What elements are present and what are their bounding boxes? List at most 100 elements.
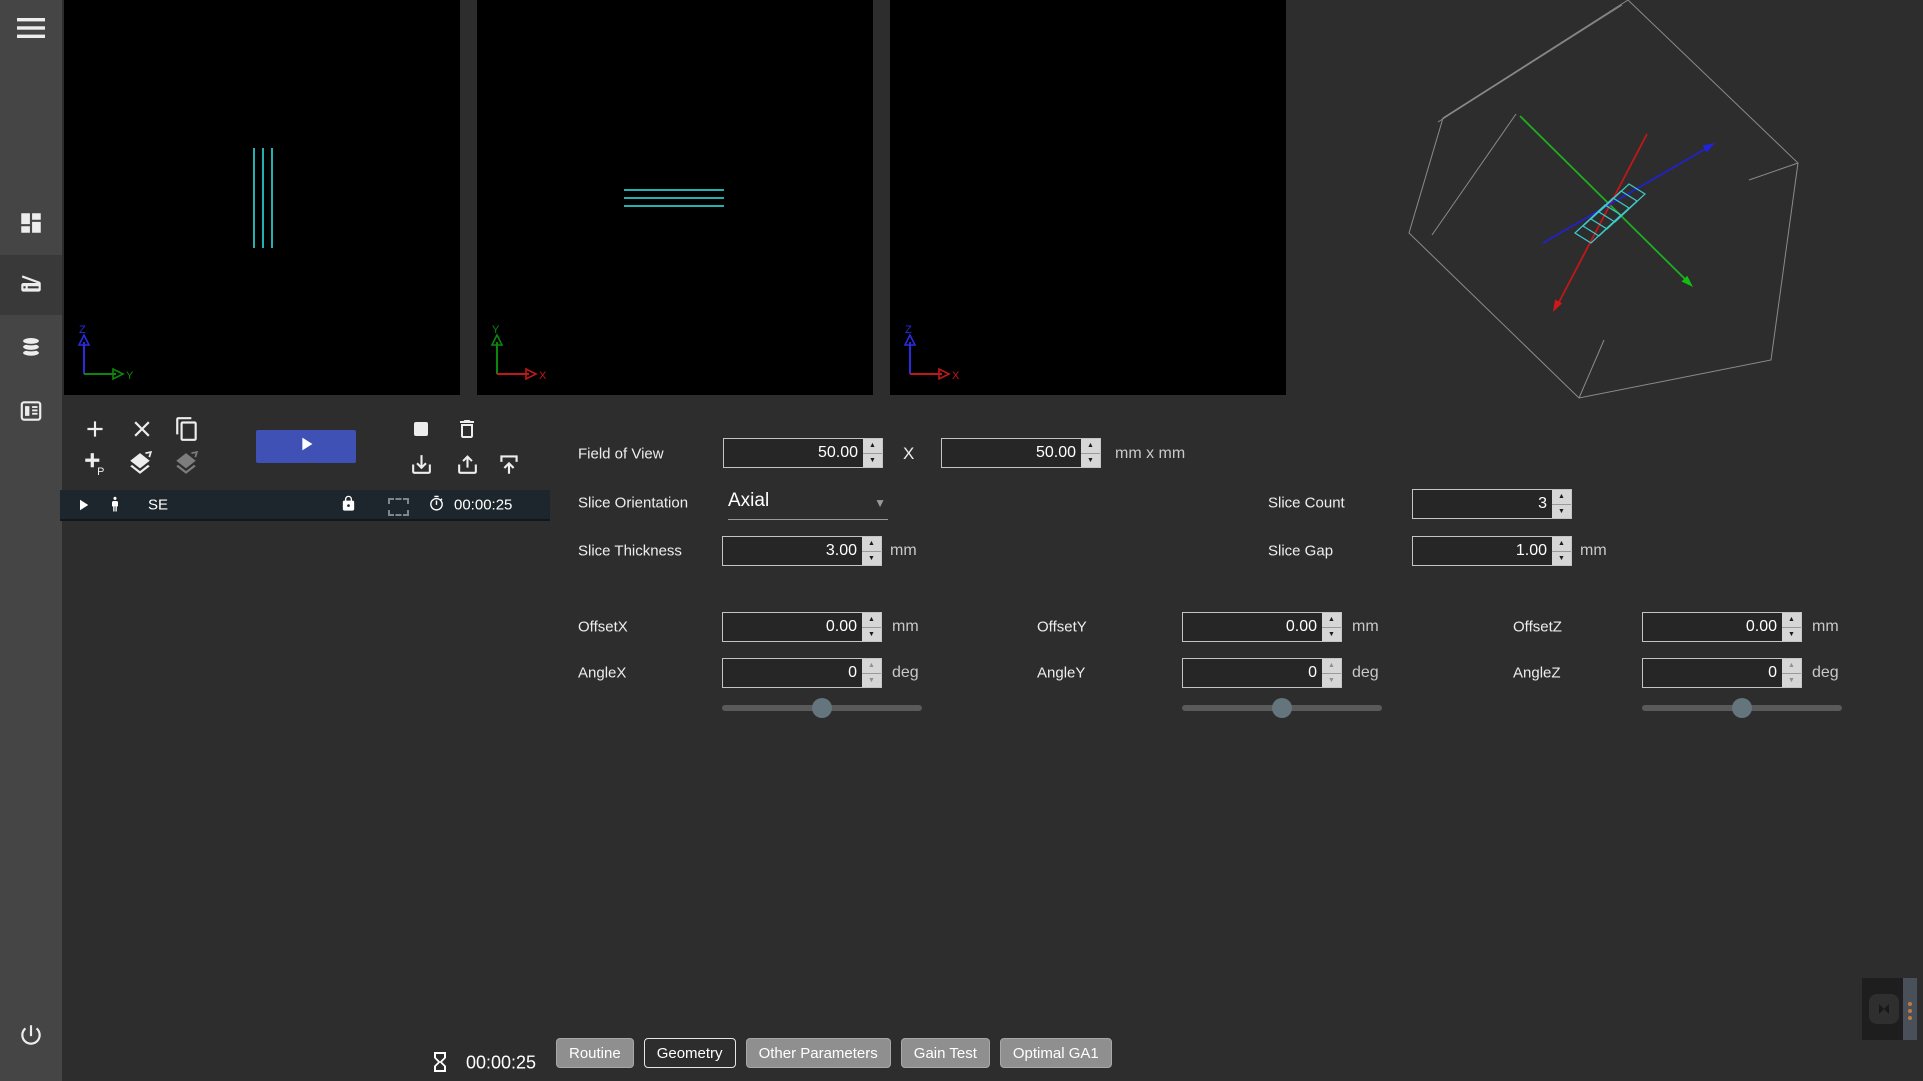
offsety-spinner[interactable] xyxy=(1322,613,1341,641)
copy-button[interactable] xyxy=(174,416,200,447)
spin-up-icon[interactable] xyxy=(1782,659,1801,674)
slider-thumb[interactable] xyxy=(1732,698,1752,718)
fov-y-value[interactable] xyxy=(942,439,1081,467)
drag-handle[interactable] xyxy=(1903,978,1917,1040)
spin-down-icon[interactable] xyxy=(862,628,881,642)
corner-logo[interactable] xyxy=(1869,994,1899,1024)
slider-thumb[interactable] xyxy=(812,698,832,718)
power-button[interactable] xyxy=(0,1015,62,1059)
anglez-spinner[interactable] xyxy=(1782,659,1801,687)
viewport-sagittal[interactable]: Y X xyxy=(477,0,873,395)
anglex-input[interactable] xyxy=(722,658,882,688)
spin-up-icon[interactable] xyxy=(1081,439,1100,454)
angley-input[interactable] xyxy=(1182,658,1342,688)
anglex-value[interactable] xyxy=(723,659,862,687)
upload-button[interactable] xyxy=(455,452,480,482)
fov-y-input[interactable] xyxy=(941,438,1101,468)
angley-value[interactable] xyxy=(1183,659,1322,687)
offsetx-input[interactable] xyxy=(722,612,882,642)
sequence-play-icon[interactable] xyxy=(74,496,92,519)
slice-thickness-input[interactable] xyxy=(722,536,882,566)
slice-count-spinner[interactable] xyxy=(1552,490,1571,518)
spin-down-icon[interactable] xyxy=(1782,674,1801,688)
anglex-spinner[interactable] xyxy=(862,659,881,687)
fov-x-input[interactable] xyxy=(723,438,883,468)
slice-line xyxy=(271,148,273,248)
spin-up-icon[interactable] xyxy=(1552,490,1571,505)
spin-up-icon[interactable] xyxy=(1782,613,1801,628)
viewport-axial[interactable]: Z X xyxy=(890,0,1286,395)
spin-up-icon[interactable] xyxy=(1552,537,1571,552)
sidebar-item-scanner[interactable] xyxy=(0,263,62,307)
spin-up-icon[interactable] xyxy=(862,537,881,552)
download-button[interactable] xyxy=(409,452,434,482)
offsetz-spinner[interactable] xyxy=(1782,613,1801,641)
add-button[interactable] xyxy=(82,416,108,447)
anglex-slider[interactable] xyxy=(722,698,922,718)
offsety-value[interactable] xyxy=(1183,613,1322,641)
sequence-row[interactable]: SE 00:00:25 xyxy=(60,490,550,521)
offsety-input[interactable] xyxy=(1182,612,1342,642)
angley-spinner[interactable] xyxy=(1322,659,1341,687)
corner-widget[interactable] xyxy=(1862,978,1917,1040)
slice-count-value[interactable] xyxy=(1413,490,1552,518)
spin-down-icon[interactable] xyxy=(1322,674,1341,688)
lock-icon[interactable] xyxy=(340,495,357,517)
spin-down-icon[interactable] xyxy=(1782,628,1801,642)
remove-button[interactable] xyxy=(129,416,155,447)
spin-up-icon[interactable] xyxy=(862,613,881,628)
fov-x-spinner[interactable] xyxy=(863,439,882,467)
spin-up-icon[interactable] xyxy=(1322,613,1341,628)
anglex-label: AngleX xyxy=(578,665,626,682)
tab-other-parameters[interactable]: Other Parameters xyxy=(746,1038,891,1068)
slice-gap-input[interactable] xyxy=(1412,536,1572,566)
fov-x-value[interactable] xyxy=(724,439,863,467)
spin-up-icon[interactable] xyxy=(862,659,881,674)
tab-optimal-ga1[interactable]: Optimal GA1 xyxy=(1000,1038,1112,1068)
selection-box-icon[interactable] xyxy=(388,498,409,516)
anglez-value[interactable] xyxy=(1643,659,1782,687)
sidebar-item-protocols[interactable] xyxy=(0,391,62,435)
add-protocol-button[interactable]: P xyxy=(82,451,108,482)
spin-up-icon[interactable] xyxy=(1322,659,1341,674)
offsetz-value[interactable] xyxy=(1643,613,1782,641)
slice-gap-value[interactable] xyxy=(1413,537,1552,565)
spin-down-icon[interactable] xyxy=(1552,552,1571,566)
offsetx-value[interactable] xyxy=(723,613,862,641)
anglez-label: AngleZ xyxy=(1513,665,1561,682)
sidebar-item-dashboard[interactable] xyxy=(0,203,62,247)
publish-button[interactable] xyxy=(496,451,522,482)
viewport-coronal[interactable]: Z Y xyxy=(64,0,460,395)
tab-gain-test[interactable]: Gain Test xyxy=(901,1038,990,1068)
stop-button[interactable] xyxy=(409,417,433,446)
sidebar-item-database[interactable] xyxy=(0,328,62,372)
spin-up-icon[interactable] xyxy=(863,439,882,454)
slice-orientation-select[interactable]: Axial xyxy=(728,490,888,520)
slice-count-input[interactable] xyxy=(1412,489,1572,519)
slice-gap-spinner[interactable] xyxy=(1552,537,1571,565)
angley-unit: deg xyxy=(1352,664,1379,682)
tab-routine[interactable]: Routine xyxy=(556,1038,634,1068)
angley-slider[interactable] xyxy=(1182,698,1382,718)
offsetx-unit: mm xyxy=(892,618,919,636)
slice-thickness-spinner[interactable] xyxy=(862,537,881,565)
tab-geometry[interactable]: Geometry xyxy=(644,1038,736,1068)
spin-down-icon[interactable] xyxy=(863,454,882,468)
export-stack-button[interactable] xyxy=(127,451,153,482)
slice-thickness-value[interactable] xyxy=(723,537,862,565)
run-button[interactable] xyxy=(256,430,356,463)
slider-thumb[interactable] xyxy=(1272,698,1292,718)
spin-down-icon[interactable] xyxy=(862,552,881,566)
delete-button[interactable] xyxy=(455,417,479,446)
spin-down-icon[interactable] xyxy=(1081,454,1100,468)
menu-button[interactable] xyxy=(0,8,62,52)
anglez-slider[interactable] xyxy=(1642,698,1842,718)
fov-y-spinner[interactable] xyxy=(1081,439,1100,467)
offsetz-input[interactable] xyxy=(1642,612,1802,642)
viewport-3d[interactable] xyxy=(1283,0,1923,410)
spin-down-icon[interactable] xyxy=(1322,628,1341,642)
anglez-input[interactable] xyxy=(1642,658,1802,688)
offsetx-spinner[interactable] xyxy=(862,613,881,641)
spin-down-icon[interactable] xyxy=(1552,505,1571,519)
spin-down-icon[interactable] xyxy=(862,674,881,688)
